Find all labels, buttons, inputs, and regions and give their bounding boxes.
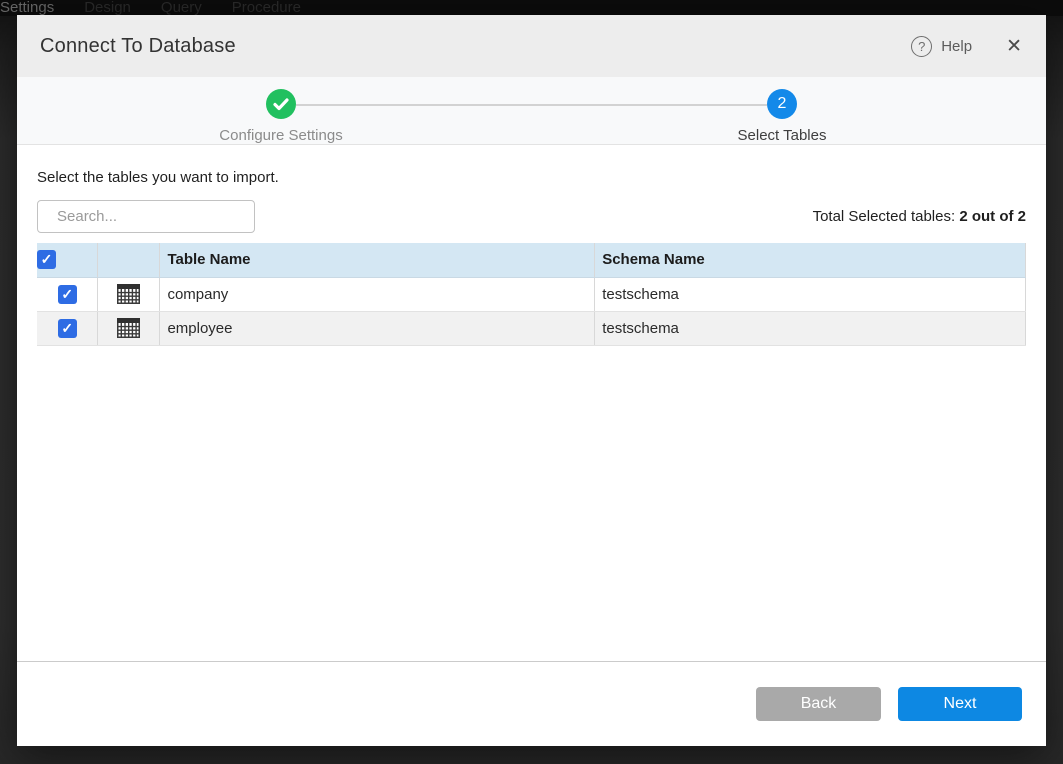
search-box[interactable]: [37, 200, 255, 233]
select-all-checkbox[interactable]: ✓: [37, 250, 56, 269]
schema-name-cell: testschema: [595, 277, 1026, 311]
close-icon[interactable]: ✕: [1006, 37, 1022, 56]
back-button[interactable]: Back: [756, 687, 881, 721]
bg-menu-design: Design: [84, 1, 131, 16]
table-name-cell: company: [160, 277, 595, 311]
dialog-header: Connect To Database ? Help ✕: [17, 15, 1046, 77]
help-button[interactable]: ? Help: [911, 36, 972, 57]
schema-name-cell: testschema: [595, 311, 1026, 345]
help-label: Help: [941, 38, 972, 55]
connect-to-database-dialog: Connect To Database ? Help ✕ Configure S…: [17, 15, 1046, 746]
dialog-title: Connect To Database: [40, 35, 236, 58]
dialog-footer: Back Next: [17, 661, 1046, 746]
table-grid-icon: [117, 318, 140, 338]
row-checkbox[interactable]: ✓: [58, 285, 77, 304]
step2-number-badge: 2: [767, 89, 797, 119]
step-configure-settings[interactable]: Configure Settings: [171, 89, 391, 144]
step-select-tables[interactable]: 2 Select Tables: [672, 89, 892, 144]
search-input[interactable]: [57, 208, 256, 225]
help-icon: ?: [911, 36, 932, 57]
table-grid-icon: [117, 284, 140, 304]
selected-tables-summary: Total Selected tables: 2 out of 2: [813, 208, 1026, 225]
summary-value: 2 out of 2: [959, 208, 1026, 225]
column-header-schema-name[interactable]: Schema Name: [595, 243, 1026, 277]
instruction-text: Select the tables you want to import.: [37, 169, 1026, 186]
table-row[interactable]: ✓ employee testschema: [37, 311, 1026, 345]
bg-menu-query: Query: [161, 1, 202, 16]
bg-menu-settings: Settings: [0, 1, 54, 16]
search-row: Total Selected tables: 2 out of 2: [37, 200, 1026, 233]
wizard-stepper: Configure Settings 2 Select Tables: [17, 77, 1046, 145]
step1-label: Configure Settings: [219, 127, 342, 144]
step1-completed-check-icon: [266, 89, 296, 119]
summary-label: Total Selected tables:: [813, 208, 960, 225]
row-checkbox[interactable]: ✓: [58, 319, 77, 338]
table-header-row: ✓ Table Name Schema Name: [37, 243, 1026, 277]
table-name-cell: employee: [160, 311, 595, 345]
step2-label: Select Tables: [738, 127, 827, 144]
next-button[interactable]: Next: [898, 687, 1022, 721]
tables-list: ✓ Table Name Schema Name ✓ company tests…: [37, 243, 1026, 346]
dialog-content: Select the tables you want to import. To…: [17, 145, 1046, 346]
bg-menu-procedure: Procedure: [232, 1, 301, 16]
background-menubar: Settings Design Query Procedure: [0, 0, 1063, 16]
table-row[interactable]: ✓ company testschema: [37, 277, 1026, 311]
column-header-table-name[interactable]: Table Name: [160, 243, 595, 277]
